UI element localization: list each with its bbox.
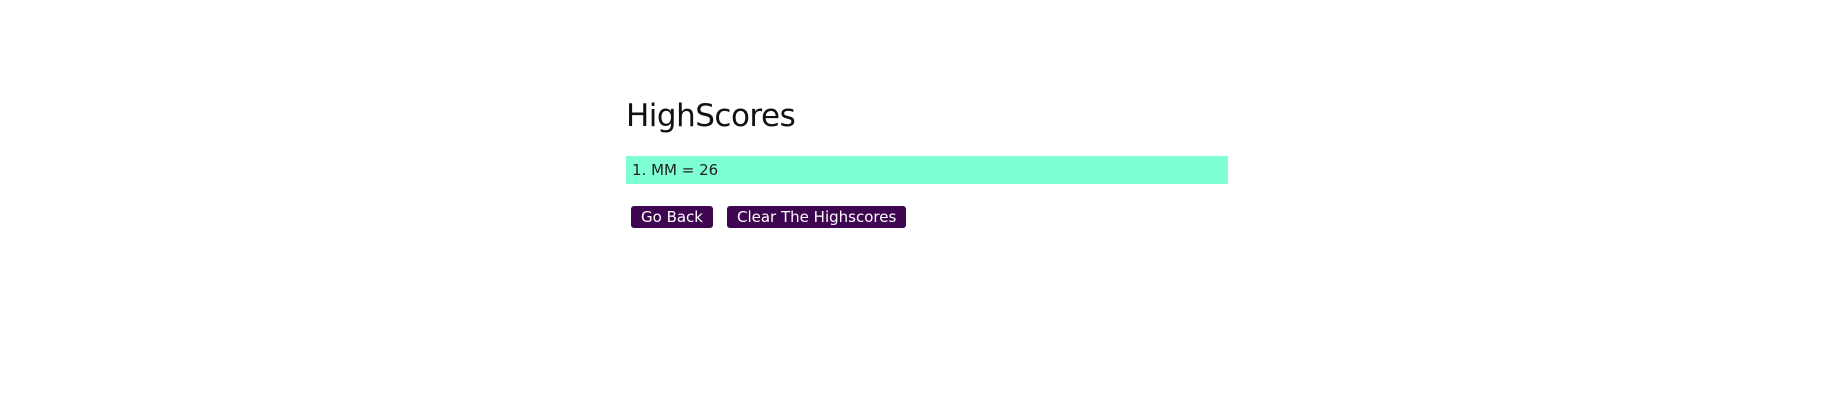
go-back-button[interactable]: Go Back [631, 206, 713, 228]
highscores-container: HighScores 1. MM = 26 Go Back Clear The … [626, 96, 1228, 228]
button-row: Go Back Clear The Highscores [626, 206, 1228, 228]
highscore-list: 1. MM = 26 [626, 156, 1228, 184]
page-title: HighScores [626, 98, 796, 134]
highscore-entry: 1. MM = 26 [626, 156, 1228, 184]
page: HighScores 1. MM = 26 Go Back Clear The … [0, 0, 1846, 402]
clear-highscores-button[interactable]: Clear The Highscores [727, 206, 907, 228]
